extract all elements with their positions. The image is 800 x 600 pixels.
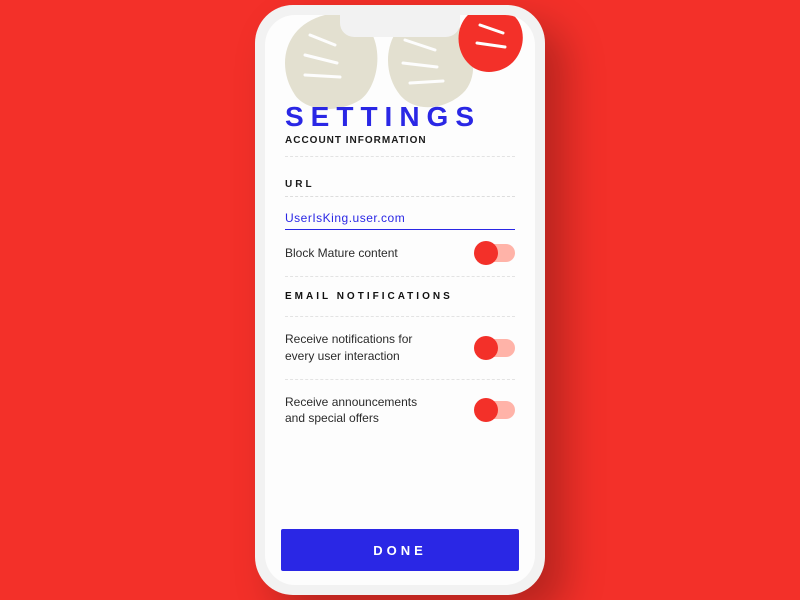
content-area: SETTINGS ACCOUNT INFORMATION URL Block M… <box>285 101 515 523</box>
email-notifications-heading: EMAIL NOTIFICATIONS <box>285 277 515 317</box>
row-announcements: Receive announcements and special offers <box>285 380 515 442</box>
page-title: SETTINGS <box>285 101 515 133</box>
notch <box>340 15 460 37</box>
block-mature-toggle[interactable] <box>477 244 515 262</box>
url-label: URL <box>285 179 515 197</box>
screen: 4:20 SETTINGS ACCOUNT INFORMATIO <box>265 15 535 585</box>
announcements-label: Receive announcements and special offers <box>285 394 435 428</box>
phone-frame: 4:20 SETTINGS ACCOUNT INFORMATIO <box>255 5 545 595</box>
divider <box>285 156 515 157</box>
block-mature-label: Block Mature content <box>285 245 398 262</box>
done-label: DONE <box>373 543 427 558</box>
announcements-toggle[interactable] <box>477 401 515 419</box>
row-notify-interaction: Receive notifications for every user int… <box>285 317 515 380</box>
page-subtitle: ACCOUNT INFORMATION <box>285 135 515 146</box>
notify-interaction-toggle[interactable] <box>477 339 515 357</box>
row-block-mature: Block Mature content <box>285 230 515 277</box>
notify-interaction-label: Receive notifications for every user int… <box>285 331 435 365</box>
done-button[interactable]: DONE <box>281 529 519 571</box>
url-input[interactable] <box>285 205 515 230</box>
